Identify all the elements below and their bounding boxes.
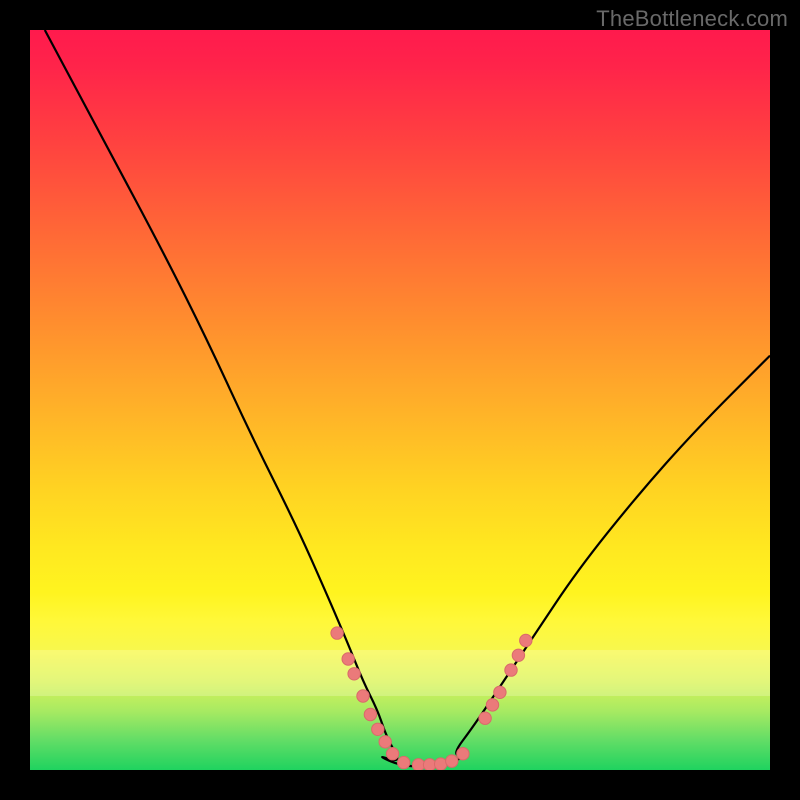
curve-marker: [357, 690, 369, 702]
curve-marker: [386, 748, 398, 760]
curve-marker: [364, 708, 376, 720]
curve-marker: [372, 723, 384, 735]
plot-area: [30, 30, 770, 770]
curve-marker: [348, 668, 360, 680]
curve-marker: [398, 756, 410, 768]
curve-marker: [457, 748, 469, 760]
curve-marker: [331, 627, 343, 639]
curve-marker: [412, 759, 424, 770]
curve-marker: [379, 736, 391, 748]
watermark-text: TheBottleneck.com: [596, 6, 788, 32]
curve-marker: [342, 653, 354, 665]
curve-marker: [486, 699, 498, 711]
curve-marker: [505, 664, 517, 676]
curve-marker: [494, 686, 506, 698]
curve-marker: [446, 755, 458, 767]
curve-marker: [423, 759, 435, 770]
curve-markers: [331, 627, 532, 770]
chart-svg: [30, 30, 770, 770]
curve-marker: [512, 649, 524, 661]
curve-marker: [435, 758, 447, 770]
v-curve: [45, 30, 770, 766]
curve-marker: [479, 712, 491, 724]
curve-marker: [520, 634, 532, 646]
chart-frame: TheBottleneck.com: [0, 0, 800, 800]
